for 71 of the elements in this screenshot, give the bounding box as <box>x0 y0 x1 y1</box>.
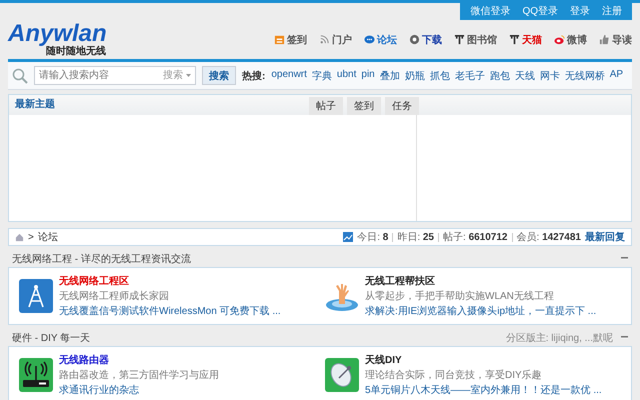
nav-link[interactable]: 导读 <box>599 32 632 46</box>
nav-link[interactable]: 论坛 <box>364 32 397 46</box>
forum-name-link[interactable]: 无线路由器 <box>59 353 219 367</box>
breadcrumb-link[interactable]: 论坛 <box>38 230 58 244</box>
breadcrumb-separator: > <box>28 232 34 242</box>
nav-link[interactable]: 下载 <box>409 32 442 46</box>
top-link[interactable]: 登录 <box>570 4 590 18</box>
rss-icon <box>319 34 330 45</box>
collapse-icon[interactable] <box>621 257 628 260</box>
hot-search-link[interactable]: 网卡 <box>540 68 560 82</box>
forum-description: 理论结合实际，同台竞技，享受DIY乐趣 <box>365 368 543 382</box>
nav-link[interactable]: 天猫 <box>509 32 542 46</box>
top-link[interactable]: QQ登录 <box>522 4 558 18</box>
chat-icon <box>364 34 375 45</box>
panel-tab[interactable]: 任务 <box>385 97 419 115</box>
hot-search-link[interactable]: 跑包 <box>490 68 510 82</box>
top-link[interactable]: 注册 <box>602 4 622 18</box>
forum-description: 无线网络工程师成长家园 <box>59 290 170 303</box>
logo-wordmark: Anywlan <box>8 22 107 46</box>
calendar-icon <box>274 34 285 45</box>
hot-search-link[interactable]: 老毛子 <box>454 68 485 82</box>
hot-search-link[interactable]: 叠加 <box>380 68 400 82</box>
forum-stat: 帖子: 6610712 <box>443 230 508 244</box>
weibo-icon <box>554 34 565 45</box>
hot-search-link[interactable]: 奶瓶 <box>404 68 425 82</box>
latest-replies-link[interactable]: 最新回复 <box>585 230 625 244</box>
home-icon[interactable] <box>15 232 24 242</box>
last-post-link[interactable]: 求解决:用IE浏览器输入摄像头ip地址，一直提示下 ... <box>365 304 596 318</box>
collapse-icon[interactable] <box>621 336 628 339</box>
disc-icon <box>409 34 420 45</box>
forum-stat: 今日: 8 <box>357 231 388 244</box>
satellite-dish-icon <box>325 358 359 392</box>
moderators-text: 分区版主: lijiqing, ...默呢 <box>506 332 613 344</box>
forum-name-link[interactable]: 无线网络工程区 <box>59 274 281 288</box>
forum-description: 路由器改造，第三方固件学习与应用 <box>59 368 219 382</box>
nav-link[interactable]: 微博 <box>554 32 587 46</box>
section-title: 硬件 - DIY 每一天 <box>12 332 90 344</box>
nav-link[interactable]: 门户 <box>319 32 352 46</box>
hot-search-link[interactable]: openwrt <box>271 68 307 82</box>
hot-search-link[interactable]: 抓包 <box>430 68 450 82</box>
panel-tab[interactable]: 帖子 <box>309 97 343 115</box>
hot-search-link[interactable]: ubnt <box>336 68 356 82</box>
thumbs-up-icon <box>599 34 610 45</box>
forum-stat: 昨日: 25 <box>397 231 434 244</box>
hot-search-link[interactable]: 无线网桥 <box>564 68 605 82</box>
nav-link[interactable]: 签到 <box>274 32 307 46</box>
logo-slogan: 随时随地无线 <box>46 46 106 57</box>
antenna-icon <box>509 34 520 45</box>
search-button[interactable]: 搜索 <box>202 66 236 85</box>
forum-name-link[interactable]: 无线工程帮扶区 <box>365 274 596 288</box>
section-title: 无线网络工程 - 详尽的无线工程资讯交流 <box>12 252 191 266</box>
top-link[interactable]: 微信登录 <box>470 4 510 18</box>
chart-icon[interactable] <box>343 232 354 242</box>
search-icon <box>12 68 28 84</box>
hot-search-link[interactable]: 字典 <box>312 68 332 82</box>
forum-name-link[interactable]: 天线DIY <box>365 353 602 367</box>
last-post-link[interactable]: 5单元铜片八木天线——室内外兼用！！还是一款优 ... <box>365 383 602 397</box>
hot-label: 热搜: <box>242 70 266 82</box>
hot-search-link[interactable]: pin <box>361 68 375 82</box>
hot-search-link[interactable]: 天线 <box>514 68 535 82</box>
antenna-icon <box>454 34 465 45</box>
router-icon <box>19 358 53 392</box>
last-post-link[interactable]: 无线覆盖信号测试软件WirelessMon 可免费下载 ... <box>59 304 281 318</box>
forum-stat: 会员: 1427481 <box>516 231 581 244</box>
last-post-link[interactable]: 求通讯行业的杂志 <box>59 383 219 397</box>
panel-title: 最新主题 <box>14 97 56 112</box>
hot-search-link[interactable]: AP <box>610 68 624 82</box>
panel-tab[interactable]: 签到 <box>347 97 381 115</box>
nav-link[interactable]: 图书馆 <box>454 32 497 46</box>
tower-icon <box>19 279 53 313</box>
forum-description: 从零起步，手把手帮助实施WLAN无线工程 <box>365 290 555 303</box>
